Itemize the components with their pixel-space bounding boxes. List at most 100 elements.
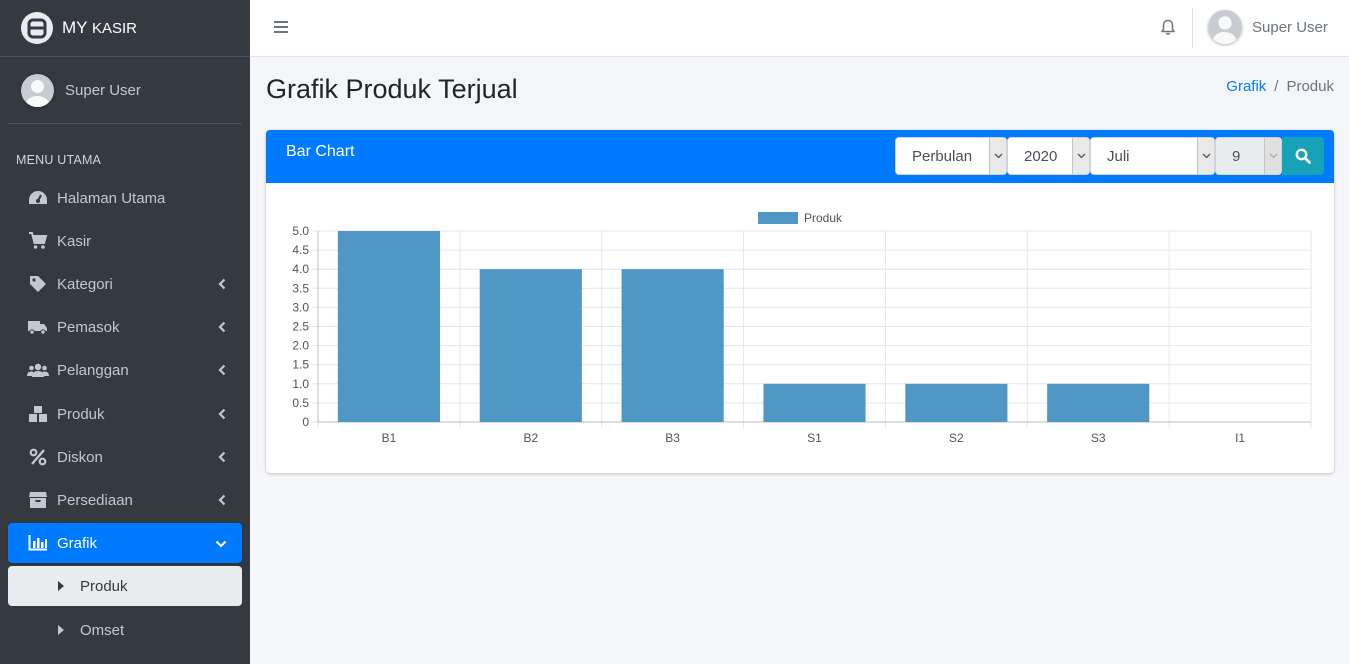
chevron-left-icon — [217, 450, 227, 467]
sidebar-item-kasir[interactable]: Kasir — [8, 221, 242, 261]
sidebar-subitem-omset[interactable]: Omset — [8, 610, 242, 650]
breadcrumb-current: Produk — [1286, 78, 1334, 95]
chevron-left-icon — [217, 363, 227, 380]
x-tick-label: B2 — [523, 431, 538, 445]
sidebar-user-panel[interactable]: Super User — [8, 57, 242, 124]
tag-icon — [27, 275, 49, 293]
x-tick-label: B1 — [382, 431, 397, 445]
y-tick-label: 1.0 — [292, 377, 309, 391]
sidebar-item-persediaan[interactable]: Persediaan — [8, 480, 242, 520]
year-select[interactable]: 2020 — [1007, 137, 1090, 175]
day-select: 9 — [1215, 137, 1282, 175]
x-tick-label: S1 — [807, 431, 822, 445]
box-icon — [27, 491, 49, 509]
breadcrumb: Grafik / Produk — [1226, 78, 1334, 95]
bell-icon[interactable] — [1160, 19, 1176, 41]
y-tick-label: 2.5 — [292, 320, 309, 334]
legend-swatch — [758, 212, 798, 224]
y-tick-label: 5.0 — [292, 224, 309, 238]
chevron-left-icon — [217, 277, 227, 294]
avatar — [1208, 10, 1242, 44]
navbar-user-name: Super User — [1252, 18, 1328, 36]
y-tick-label: 0 — [302, 415, 309, 429]
cart-icon — [27, 232, 49, 250]
chevron-down-icon — [1072, 138, 1089, 174]
sidebar-item-diskon[interactable]: Diskon — [8, 437, 242, 477]
page-title: Grafik Produk Terjual — [266, 74, 518, 104]
caret-right-icon — [58, 625, 64, 635]
navbar-divider — [1192, 8, 1193, 48]
boxes-icon — [27, 405, 49, 423]
sidebar-item-kategori[interactable]: Kategori — [8, 264, 242, 304]
y-tick-label: 4.0 — [292, 262, 309, 276]
brand-text: MY KASIR — [62, 18, 137, 37]
sidebar-subitem-label: Produk — [80, 577, 128, 595]
chevron-left-icon — [217, 407, 227, 424]
sidebar-subitem-produk[interactable]: Produk — [8, 566, 242, 606]
bar-b1 — [337, 231, 440, 422]
bar-s1 — [763, 383, 866, 422]
sidebar-item-label: Grafik — [57, 534, 98, 552]
caret-right-icon — [58, 581, 64, 591]
chevron-left-icon — [217, 493, 227, 510]
y-tick-label: 0.5 — [292, 396, 309, 410]
sidebar-item-label: Diskon — [57, 448, 103, 466]
card-title: Bar Chart — [286, 143, 355, 160]
dashboard-icon — [27, 189, 49, 207]
menu-header: MENU UTAMA — [16, 153, 102, 167]
month-select[interactable]: Juli — [1090, 137, 1215, 175]
x-tick-label: S2 — [949, 431, 964, 445]
x-tick-label: B3 — [665, 431, 680, 445]
chevron-left-icon — [217, 320, 227, 337]
sidebar-item-label: Pelanggan — [57, 361, 129, 379]
sidebar-item-pelanggan[interactable]: Pelanggan — [8, 350, 242, 390]
user-menu[interactable]: Super User — [1208, 10, 1328, 44]
sidebar-item-label: Kategori — [57, 275, 113, 293]
brand[interactable]: MY KASIR — [0, 0, 250, 57]
period-select[interactable]: Perbulan — [895, 137, 1007, 175]
brand-logo-icon — [21, 12, 53, 44]
sidebar-item-label: Kasir — [57, 232, 92, 250]
chevron-down-icon — [1264, 138, 1281, 174]
sidebar-item-produk[interactable]: Produk — [8, 394, 242, 434]
card-header: Bar Chart Perbulan 2020 Juli 9 — [266, 130, 1334, 183]
sidebar-item-label: Halaman Utama — [57, 189, 166, 207]
bar-chart: 0 0.5 1.0 1.5 2.0 2.5 3.0 3.5 4.0 4.5 5.0 B1 B2 B3 S1 S… — [292, 211, 1312, 445]
breadcrumb-link-grafik[interactable]: Grafik — [1226, 78, 1266, 95]
y-tick-label: 1.5 — [292, 358, 309, 372]
menu-toggle-icon[interactable] — [274, 21, 288, 36]
x-tick-label: S3 — [1091, 431, 1106, 445]
sidebar-item-halaman-utama[interactable]: Halaman Utama — [8, 178, 242, 218]
search-button[interactable] — [1282, 137, 1324, 175]
y-tick-label: 2.0 — [292, 339, 309, 353]
sidebar-user-name: Super User — [65, 81, 141, 99]
bar-s2 — [905, 383, 1008, 422]
bar-b3 — [621, 269, 724, 422]
sidebar-item-pemasok[interactable]: Pemasok — [8, 307, 242, 347]
sidebar-item-label: Pemasok — [57, 318, 120, 336]
bar-s3 — [1047, 383, 1150, 422]
chart-bar-icon — [27, 534, 49, 552]
y-tick-label: 4.5 — [292, 243, 309, 257]
y-tick-label: 3.5 — [292, 281, 309, 295]
sidebar-item-grafik[interactable]: Grafik — [8, 523, 242, 563]
chevron-down-icon — [989, 138, 1006, 174]
sidebar-item-label: Persediaan — [57, 491, 133, 509]
avatar — [21, 73, 54, 107]
top-navbar: Super User — [250, 0, 1349, 57]
chevron-down-icon — [1197, 138, 1214, 174]
chevron-down-icon — [215, 536, 227, 553]
users-icon — [27, 361, 49, 379]
legend-label: Produk — [804, 211, 843, 225]
search-icon — [1295, 148, 1311, 164]
bar-b2 — [479, 269, 582, 422]
sidebar-item-label: Produk — [57, 405, 105, 423]
sidebar-subitem-label: Omset — [80, 621, 125, 639]
truck-icon — [27, 318, 49, 336]
x-tick-label: I1 — [1235, 431, 1245, 445]
percent-icon — [27, 448, 49, 466]
bar-chart-card: Bar Chart Perbulan 2020 Juli 9 0 0.5 1.0 1.… — [266, 130, 1334, 473]
y-tick-label: 3.0 — [292, 300, 309, 314]
sidebar: MY KASIR Super User MENU UTAMA Halaman U… — [0, 0, 250, 664]
breadcrumb-separator: / — [1274, 78, 1279, 95]
